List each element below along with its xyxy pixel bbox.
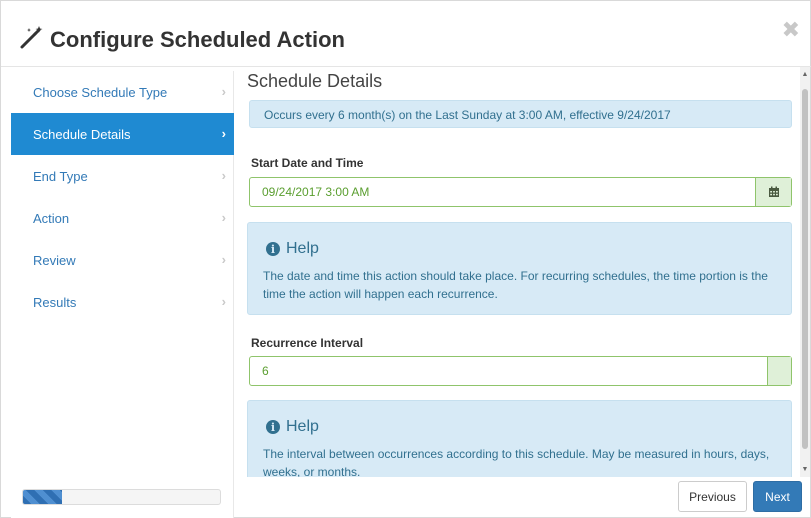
scroll-up-arrow-icon[interactable]: ▲ <box>801 71 809 78</box>
sidebar-item-label: Schedule Details <box>33 126 131 142</box>
sidebar-item-action[interactable]: Action › <box>11 197 234 239</box>
start-date-time-input[interactable] <box>250 178 750 206</box>
interval-addon <box>767 357 791 385</box>
chevron-right-icon: › <box>221 210 226 225</box>
wizard-progress-bar <box>22 489 221 505</box>
chevron-right-icon: › <box>221 84 226 99</box>
configure-scheduled-action-dialog: Configure Scheduled Action ✖ Choose Sche… <box>0 0 811 518</box>
scroll-thumb[interactable] <box>802 89 808 449</box>
sidebar-item-label: Review <box>33 252 76 268</box>
magic-wand-icon <box>20 26 43 49</box>
help-text: The interval between occurrences accordi… <box>263 447 770 477</box>
calendar-icon <box>768 186 779 197</box>
sidebar-item-results[interactable]: Results › <box>11 281 234 323</box>
chevron-right-icon: › <box>221 168 226 183</box>
help-panel-start-date: i Help The date and time this action sho… <box>247 222 792 315</box>
chevron-right-icon: › <box>221 252 226 267</box>
schedule-details-panel: Schedule Details Occurs every 6 month(s)… <box>237 67 800 477</box>
sidebar-item-choose-schedule-type[interactable]: Choose Schedule Type › <box>11 71 234 113</box>
dialog-header: Configure Scheduled Action ✖ <box>1 1 811 67</box>
dialog-title: Configure Scheduled Action <box>50 27 345 52</box>
chevron-right-icon: › <box>221 294 226 309</box>
help-panel-recurrence-interval: i Help The interval between occurrences … <box>247 400 792 477</box>
help-heading-text: Help <box>286 418 319 435</box>
help-heading: i Help <box>266 240 319 258</box>
help-heading-text: Help <box>286 240 319 257</box>
sidebar-item-label: End Type <box>33 168 88 184</box>
recurrence-interval-input-group <box>249 356 792 386</box>
help-text: The date and time this action should tak… <box>263 269 768 301</box>
progress-bar-fill <box>23 490 63 504</box>
start-date-label: Start Date and Time <box>251 156 364 170</box>
schedule-summary-alert: Occurs every 6 month(s) on the Last Sund… <box>249 100 792 128</box>
recurrence-interval-label: Recurrence Interval <box>251 336 364 350</box>
calendar-button[interactable] <box>755 178 791 206</box>
next-button[interactable]: Next <box>753 481 802 512</box>
sidebar-item-label: Results <box>33 294 77 310</box>
recurrence-interval-input[interactable] <box>250 357 750 385</box>
sidebar-item-label: Action <box>33 210 70 226</box>
previous-button[interactable]: Previous <box>678 481 747 512</box>
section-title: Schedule Details <box>247 71 383 91</box>
content-scrollbar[interactable]: ▲ ▼ <box>800 67 810 477</box>
scroll-down-arrow-icon[interactable]: ▼ <box>801 466 809 473</box>
start-date-input-group <box>249 177 792 207</box>
close-icon[interactable]: ✖ <box>782 19 800 41</box>
help-heading: i Help <box>266 418 319 436</box>
wizard-sidebar: Choose Schedule Type › Schedule Details … <box>11 71 234 518</box>
sidebar-item-label: Choose Schedule Type <box>33 84 168 100</box>
sidebar-item-end-type[interactable]: End Type › <box>11 155 234 197</box>
chevron-right-icon: › <box>221 126 226 141</box>
info-circle-icon: i <box>266 242 280 256</box>
sidebar-item-schedule-details[interactable]: Schedule Details › <box>11 113 234 155</box>
info-circle-icon: i <box>266 420 280 434</box>
sidebar-item-review[interactable]: Review › <box>11 239 234 281</box>
